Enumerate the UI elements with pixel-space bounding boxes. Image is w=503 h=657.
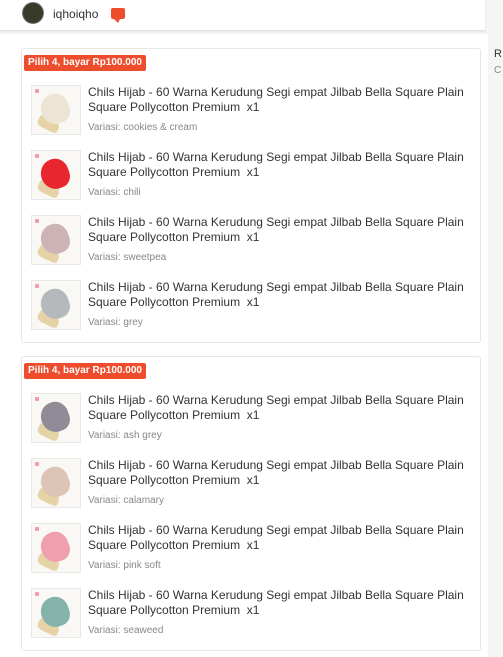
- product-variant: Variasi: sweetpea: [88, 252, 167, 263]
- product-name: Chils Hijab - 60 Warna Kerudung Segi emp…: [88, 215, 464, 244]
- product-name: Chils Hijab - 60 Warna Kerudung Segi emp…: [88, 150, 464, 179]
- brand-mark-icon: [35, 219, 39, 223]
- product-title[interactable]: Chils Hijab - 60 Warna Kerudung Segi emp…: [88, 458, 472, 488]
- brand-mark-icon: [35, 592, 39, 596]
- product-name: Chils Hijab - 60 Warna Kerudung Segi emp…: [88, 458, 464, 487]
- product-title[interactable]: Chils Hijab - 60 Warna Kerudung Segi emp…: [88, 588, 472, 618]
- order-item[interactable]: Chils Hijab - 60 Warna Kerudung Segi emp…: [31, 588, 471, 646]
- right-column-clipped: R C: [494, 48, 502, 76]
- brand-mark-icon: [35, 397, 39, 401]
- shop-name[interactable]: iqhoiqho: [53, 7, 98, 21]
- brand-mark-icon: [35, 89, 39, 93]
- quantity: x1: [246, 408, 260, 422]
- right-column-line-1: R: [494, 48, 502, 60]
- quantity: x1: [246, 538, 260, 552]
- order-item[interactable]: Chils Hijab - 60 Warna Kerudung Segi emp…: [31, 150, 471, 208]
- bundle-deal-badge: Pilih 4, bayar Rp100.000: [24, 363, 146, 379]
- product-title[interactable]: Chils Hijab - 60 Warna Kerudung Segi emp…: [88, 150, 472, 180]
- product-thumbnail[interactable]: [31, 393, 81, 443]
- product-thumbnail[interactable]: [31, 85, 81, 135]
- quantity: x1: [246, 295, 260, 309]
- order-item[interactable]: Chils Hijab - 60 Warna Kerudung Segi emp…: [31, 393, 471, 451]
- right-column-line-2: C: [494, 65, 502, 76]
- product-thumbnail[interactable]: [31, 280, 81, 330]
- product-variant: Variasi: calamary: [88, 495, 164, 506]
- shop-avatar[interactable]: [22, 2, 44, 24]
- product-variant: Variasi: grey: [88, 317, 143, 328]
- quantity: x1: [246, 165, 260, 179]
- product-variant: Variasi: pink soft: [88, 560, 161, 571]
- product-name: Chils Hijab - 60 Warna Kerudung Segi emp…: [88, 523, 464, 552]
- product-variant: Variasi: cookies & cream: [88, 122, 198, 133]
- product-name: Chils Hijab - 60 Warna Kerudung Segi emp…: [88, 588, 464, 617]
- brand-mark-icon: [35, 284, 39, 288]
- quantity: x1: [246, 473, 260, 487]
- product-variant: Variasi: ash grey: [88, 430, 162, 441]
- order-item[interactable]: Chils Hijab - 60 Warna Kerudung Segi emp…: [31, 280, 471, 338]
- bundle-deal-badge: Pilih 4, bayar Rp100.000: [24, 55, 146, 71]
- order-item[interactable]: Chils Hijab - 60 Warna Kerudung Segi emp…: [31, 458, 471, 516]
- product-name: Chils Hijab - 60 Warna Kerudung Segi emp…: [88, 393, 464, 422]
- quantity: x1: [246, 100, 260, 114]
- order-item[interactable]: Chils Hijab - 60 Warna Kerudung Segi emp…: [31, 215, 471, 273]
- product-title[interactable]: Chils Hijab - 60 Warna Kerudung Segi emp…: [88, 85, 472, 115]
- product-variant: Variasi: seaweed: [88, 625, 164, 636]
- product-thumbnail[interactable]: [31, 588, 81, 638]
- order-item[interactable]: Chils Hijab - 60 Warna Kerudung Segi emp…: [31, 85, 471, 143]
- product-thumbnail[interactable]: [31, 523, 81, 573]
- product-title[interactable]: Chils Hijab - 60 Warna Kerudung Segi emp…: [88, 523, 472, 553]
- bundle-group: Pilih 4, bayar Rp100.000 Chils Hijab - 6…: [21, 48, 481, 343]
- bundle-group: Pilih 4, bayar Rp100.000 Chils Hijab - 6…: [21, 356, 481, 651]
- shop-header: iqhoiqho: [0, 0, 485, 30]
- product-name: Chils Hijab - 60 Warna Kerudung Segi emp…: [88, 280, 464, 309]
- product-title[interactable]: Chils Hijab - 60 Warna Kerudung Segi emp…: [88, 280, 472, 310]
- product-thumbnail[interactable]: [31, 215, 81, 265]
- product-variant: Variasi: chili: [88, 187, 141, 198]
- brand-mark-icon: [35, 462, 39, 466]
- order-item[interactable]: Chils Hijab - 60 Warna Kerudung Segi emp…: [31, 523, 471, 581]
- brand-mark-icon: [35, 154, 39, 158]
- product-thumbnail[interactable]: [31, 458, 81, 508]
- product-title[interactable]: Chils Hijab - 60 Warna Kerudung Segi emp…: [88, 215, 472, 245]
- product-thumbnail[interactable]: [31, 150, 81, 200]
- brand-mark-icon: [35, 527, 39, 531]
- product-title[interactable]: Chils Hijab - 60 Warna Kerudung Segi emp…: [88, 393, 472, 423]
- quantity: x1: [246, 603, 260, 617]
- product-name: Chils Hijab - 60 Warna Kerudung Segi emp…: [88, 85, 464, 114]
- chat-icon[interactable]: [111, 8, 125, 23]
- quantity: x1: [246, 230, 260, 244]
